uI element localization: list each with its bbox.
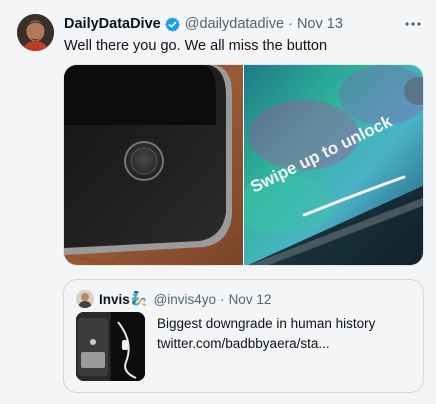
quoted-tweet-header: Invis 🧞 @invis4yo · Nov 12 — [99, 290, 271, 308]
quoted-tweet[interactable]: Invis 🧞 @invis4yo · Nov 12 Biggest downg… — [63, 279, 424, 393]
quoted-tweet-date: Nov 12 — [228, 291, 272, 307]
verified-badge-icon — [164, 16, 181, 33]
genie-emoji-icon: 🧞 — [130, 291, 148, 306]
separator-dot: · — [288, 16, 293, 32]
tweet-header: DailyDataDive @dailydatadive · Nov 13 — [64, 14, 424, 34]
quoted-link[interactable]: twitter.com/badbbyaera/sta... — [157, 334, 417, 354]
separator-dot: · — [220, 291, 225, 307]
tweet[interactable]: DailyDataDive @dailydatadive · Nov 13 We… — [0, 0, 436, 404]
quoted-text-line: Biggest downgrade in human history — [157, 316, 376, 331]
quoted-author-handle: @invis4yo — [153, 291, 217, 307]
tweet-date[interactable]: Nov 13 — [297, 16, 343, 32]
quoted-author-name: Invis — [99, 291, 130, 307]
more-horizontal-icon[interactable] — [402, 14, 424, 34]
quoted-author-avatar[interactable] — [76, 290, 94, 308]
author-avatar[interactable] — [17, 14, 54, 51]
media-image-swipe-to-unlock[interactable]: Swipe up to unlock — [243, 65, 423, 265]
tweet-media: Swipe up to unlock — [63, 64, 424, 266]
quoted-media-thumbnail — [76, 312, 145, 381]
tweet-text: Well there you go. We all miss the butto… — [64, 38, 328, 54]
quoted-tweet-text: Biggest downgrade in human history twitt… — [157, 314, 417, 354]
author-handle[interactable]: @dailydatadive — [185, 16, 284, 32]
media-image-home-button[interactable] — [64, 65, 243, 265]
author-name[interactable]: DailyDataDive — [64, 16, 161, 32]
